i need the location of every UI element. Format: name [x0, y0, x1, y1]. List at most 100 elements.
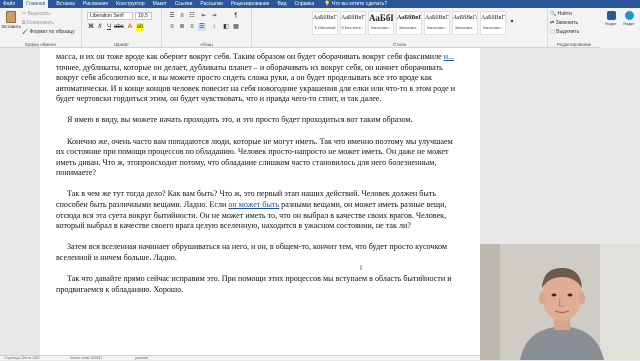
person-image — [480, 244, 640, 360]
addin-button-1[interactable]: Надст — [602, 10, 620, 26]
copy-button[interactable]: ⧉ Копировать — [22, 20, 54, 26]
bullet-list-icon[interactable]: ☰ — [168, 12, 176, 20]
paragraph: Затем вся вселенная начинает обрушиватьс… — [56, 242, 447, 262]
font-group: Liberation Serif 10,5 Ж К Ч abc A ab Шри… — [82, 8, 162, 48]
word-count[interactable]: Число слов: 539541 — [70, 356, 102, 361]
increase-indent-icon[interactable]: ⇥ — [210, 12, 218, 20]
editing-group-label: Редактирование — [556, 42, 592, 47]
highlight-icon[interactable]: ab — [136, 23, 144, 31]
font-name-select[interactable]: Liberation Serif — [87, 12, 133, 20]
justify-icon[interactable]: ☰ — [198, 23, 206, 31]
decrease-indent-icon[interactable]: ⇤ — [200, 12, 208, 20]
mouse-cursor-icon: I — [360, 265, 362, 272]
tab-home[interactable]: Главная — [23, 0, 49, 8]
paste-button[interactable]: Вставить — [2, 10, 22, 36]
page-count[interactable]: Страница 185 из 1057 — [4, 356, 40, 361]
styles-scroll-icon[interactable]: ▾ — [508, 18, 516, 26]
strikethrough-icon[interactable]: abc — [114, 23, 124, 31]
align-center-icon[interactable]: ≣ — [178, 23, 186, 31]
font-size-select[interactable]: 10,5 — [135, 12, 152, 20]
style-preview: АаБбВ — [369, 13, 394, 23]
paragraph: Так в чем же тут тогда дело? Как вам быт… — [56, 189, 461, 231]
paragraph: Я имею в виду, вы можете начать проходит… — [67, 115, 413, 125]
clipboard-icon — [6, 11, 16, 23]
style-heading-1[interactable]: АаБбВ Заголово... — [368, 11, 394, 35]
format-painter-label: Формат по образцу — [29, 29, 75, 35]
scissors-icon: ✂ — [22, 11, 27, 17]
bold-icon[interactable]: Ж — [87, 23, 95, 31]
tab-layout[interactable]: Макет — [153, 0, 167, 8]
style-preview: АаБбВвГг — [453, 15, 478, 21]
addin-icon — [606, 11, 616, 20]
tab-file[interactable]: Файл — [3, 0, 15, 8]
tab-design[interactable]: Конструктор — [116, 0, 145, 8]
language[interactable]: русский — [135, 356, 148, 361]
style-name: Заголово... — [370, 25, 392, 30]
style-name: Заголово... — [454, 25, 476, 30]
styles-group: АаБбВвГг ¶ Обычный АаБбВвГг ¶ Без инте..… — [252, 8, 548, 48]
font-group-label: Шрифт — [114, 42, 129, 47]
paragraph-group: ☰ ≡ ☷ ⇤ ⇥ ¶ ≡ ≣ ≡ ☰ ↕ ◧ ▦ Абзац — [162, 8, 252, 48]
spell-marked-text: и... — [443, 52, 455, 61]
shading-icon[interactable]: ◧ — [222, 23, 230, 31]
addin-label: Надст — [605, 21, 617, 26]
format-painter-button[interactable]: 🖌 Формат по образцу — [22, 29, 75, 35]
tab-review[interactable]: Рецензирование — [231, 0, 270, 8]
line-spacing-icon[interactable]: ↕ — [210, 23, 218, 31]
select-icon: ⬚ — [550, 29, 555, 35]
brush-icon: 🖌 — [22, 29, 29, 35]
styles-group-label: Стили — [393, 42, 406, 47]
style-name: ¶ Без инте... — [341, 25, 365, 30]
style-preview: АаБбВвГг — [313, 15, 338, 21]
tab-insert[interactable]: Вставка — [56, 0, 75, 8]
replace-button[interactable]: ⇄ Заменить — [550, 20, 578, 26]
tab-help[interactable]: Справка — [295, 0, 315, 8]
style-heading-4[interactable]: АаБбВвГг Заголово... — [452, 11, 478, 35]
replace-icon: ⇄ — [550, 20, 555, 26]
ribbon-tabs: Файл Главная Вставка Рисование Конструкт… — [0, 0, 640, 8]
lightbulb-icon: 💡 — [324, 1, 331, 7]
pilcrow-icon[interactable]: ¶ — [232, 12, 240, 20]
paragraph: Так что давайте прямо сейчас исправим эт… — [56, 274, 452, 294]
style-no-spacing[interactable]: АаБбВвГг ¶ Без инте... — [340, 11, 366, 35]
editing-group: 🔍 Найти ⇄ Заменить ⬚ Выделить Редактиров… — [548, 8, 600, 48]
search-icon: 🔍 — [550, 11, 557, 17]
tab-references[interactable]: Ссылки — [175, 0, 193, 8]
style-name: Заголово... — [398, 25, 420, 30]
align-right-icon[interactable]: ≡ — [188, 23, 196, 31]
select-button[interactable]: ⬚ Выделить — [550, 29, 579, 35]
cut-button[interactable]: ✂ Вырезать — [22, 11, 50, 17]
addin-icon — [624, 11, 634, 20]
style-name: Заголово... — [482, 25, 504, 30]
italic-icon[interactable]: К — [96, 23, 104, 31]
tell-me-search[interactable]: 💡 Что вы хотите сделать? — [324, 1, 387, 7]
underline-icon[interactable]: Ч — [105, 23, 113, 31]
tab-draw[interactable]: Рисование — [83, 0, 108, 8]
paste-label: Вставить — [2, 24, 22, 29]
borders-icon[interactable]: ▦ — [232, 23, 240, 31]
paragraph-text: масса, и их он тоже вроде как обернет во… — [56, 52, 444, 61]
style-heading-2[interactable]: АаБбВвГ Заголово... — [396, 11, 422, 35]
copy-icon: ⧉ — [22, 20, 26, 26]
font-color-icon[interactable]: A — [126, 23, 134, 31]
addin-label: Надст — [623, 21, 635, 26]
addin-button-2[interactable]: Надст — [620, 10, 638, 26]
style-heading-5[interactable]: АаБбВвГ Заголово... — [480, 11, 506, 35]
style-preview: АаБбВвГг — [425, 15, 450, 21]
style-heading-3[interactable]: АаБбВвГг Заголово... — [424, 11, 450, 35]
select-label: Выделить — [556, 29, 580, 35]
tab-view[interactable]: Вид — [277, 0, 286, 8]
align-left-icon[interactable]: ≡ — [168, 23, 176, 31]
paragraph: масса, и их он тоже вроде как обернет во… — [56, 52, 461, 105]
clipboard-group: Вставить ✂ Вырезать ⧉ Копировать 🖌 Форма… — [0, 8, 82, 48]
copy-label: Копировать — [26, 20, 54, 26]
addins-panel: Надст Надст — [600, 8, 640, 48]
find-label: Найти — [557, 11, 572, 17]
multilevel-list-icon[interactable]: ☷ — [188, 12, 196, 20]
style-normal[interactable]: АаБбВвГг ¶ Обычный — [312, 11, 338, 35]
tab-mailings[interactable]: Рассылки — [200, 0, 222, 8]
find-button[interactable]: 🔍 Найти — [550, 11, 572, 17]
document-page[interactable]: масса, и их он тоже вроде как обернет во… — [40, 48, 480, 355]
document-body[interactable]: масса, и их он тоже вроде как обернет во… — [56, 52, 461, 306]
numbered-list-icon[interactable]: ≡ — [178, 12, 186, 20]
